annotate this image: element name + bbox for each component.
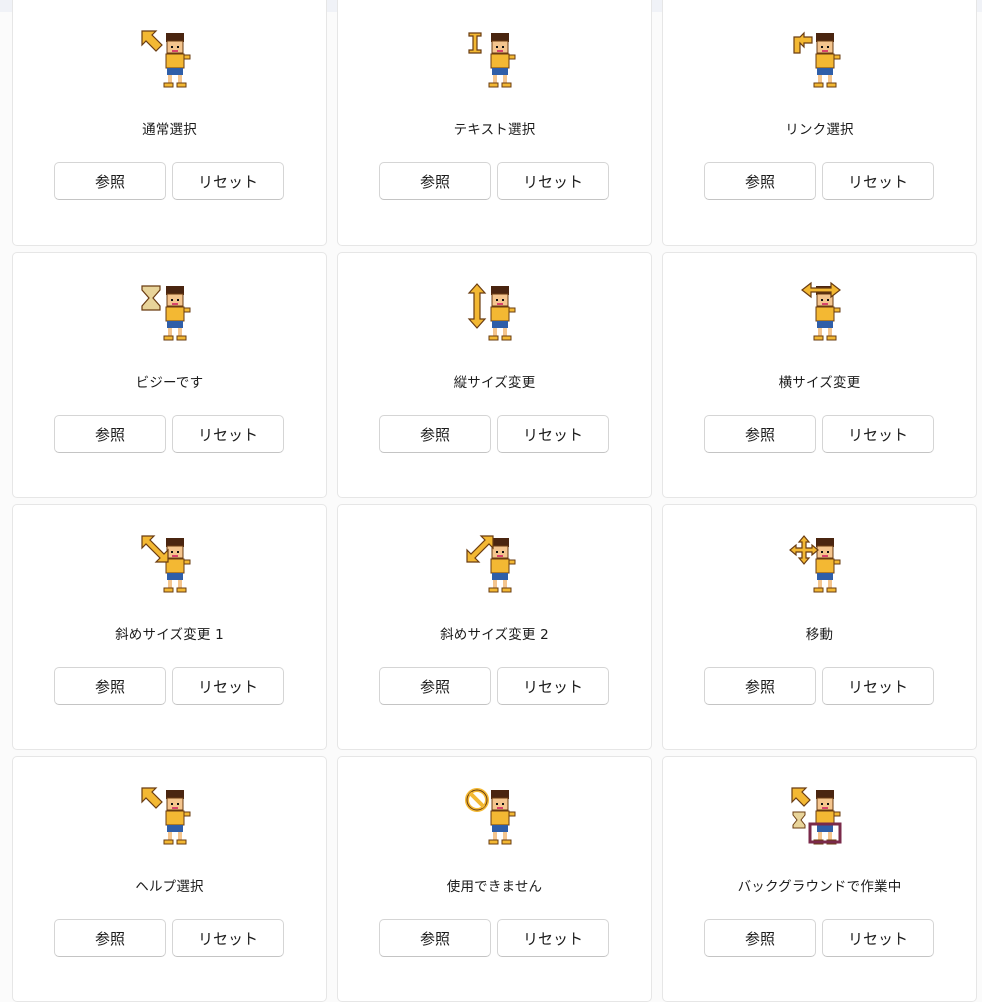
cursor-label: 斜めサイズ変更 2 — [440, 627, 549, 643]
reset-button[interactable]: リセット — [172, 919, 284, 957]
card-buttons: 参照 リセット — [704, 162, 934, 200]
cursor-label: テキスト選択 — [453, 122, 536, 138]
browse-button[interactable]: 参照 — [704, 415, 816, 453]
cursor-card-12: バックグラウンドで作業中 参照 リセット — [662, 756, 977, 1002]
cursor-label: リンク選択 — [785, 122, 854, 138]
reset-button[interactable]: リセット — [172, 415, 284, 453]
card-buttons: 参照 リセット — [54, 667, 284, 705]
working-in-background-cursor-icon — [788, 784, 852, 848]
browse-button[interactable]: 参照 — [54, 162, 166, 200]
vertical-resize-cursor-icon — [463, 280, 527, 344]
unavailable-cursor-icon — [463, 784, 527, 848]
cursor-card-2: テキスト選択 参照 リセット — [337, 0, 652, 246]
browse-button[interactable]: 参照 — [379, 667, 491, 705]
cursor-label: 縦サイズ変更 — [453, 375, 536, 391]
text-select-cursor-icon — [463, 27, 527, 91]
browse-button[interactable]: 参照 — [704, 919, 816, 957]
cursor-card-5: 縦サイズ変更 参照 リセット — [337, 252, 652, 498]
browse-button[interactable]: 参照 — [54, 667, 166, 705]
reset-button[interactable]: リセット — [822, 919, 934, 957]
horizontal-resize-cursor-icon — [788, 280, 852, 344]
cursor-label: バックグラウンドで作業中 — [737, 879, 902, 895]
cursor-card-7: 斜めサイズ変更 1 参照 リセット — [12, 504, 327, 750]
browse-button[interactable]: 参照 — [704, 162, 816, 200]
cursor-label: 移動 — [805, 627, 834, 643]
normal-select-cursor-icon — [138, 27, 202, 91]
cursor-label: ヘルプ選択 — [135, 879, 204, 895]
link-select-cursor-icon — [788, 27, 852, 91]
cursor-label: ビジーです — [135, 375, 204, 391]
browse-button[interactable]: 参照 — [54, 919, 166, 957]
reset-button[interactable]: リセット — [497, 415, 609, 453]
reset-button[interactable]: リセット — [497, 919, 609, 957]
reset-button[interactable]: リセット — [822, 415, 934, 453]
card-buttons: 参照 リセット — [54, 919, 284, 957]
cursor-card-9: 移動 参照 リセット — [662, 504, 977, 750]
cursor-card-11: 使用できません 参照 リセット — [337, 756, 652, 1002]
reset-button[interactable]: リセット — [822, 162, 934, 200]
reset-button[interactable]: リセット — [497, 667, 609, 705]
cursor-card-1: 通常選択 参照 リセット — [12, 0, 327, 246]
cursor-card-8: 斜めサイズ変更 2 参照 リセット — [337, 504, 652, 750]
cursor-card-3: リンク選択 参照 リセット — [662, 0, 977, 246]
cursor-label: 使用できません — [446, 879, 543, 895]
diagonal-resize-2-cursor-icon — [463, 532, 527, 596]
card-buttons: 参照 リセット — [704, 415, 934, 453]
browse-button[interactable]: 参照 — [379, 162, 491, 200]
card-buttons: 参照 リセット — [704, 667, 934, 705]
card-buttons: 参照 リセット — [379, 919, 609, 957]
reset-button[interactable]: リセット — [172, 667, 284, 705]
browse-button[interactable]: 参照 — [704, 667, 816, 705]
cursor-card-6: 横サイズ変更 参照 リセット — [662, 252, 977, 498]
browse-button[interactable]: 参照 — [379, 919, 491, 957]
card-buttons: 参照 リセット — [54, 415, 284, 453]
busy-cursor-icon — [138, 280, 202, 344]
cursor-grid: 通常選択 参照 リセット テキスト選択 参照 リセット リンク選択 参照 リセッ… — [12, 0, 977, 1002]
card-buttons: 参照 リセット — [379, 415, 609, 453]
reset-button[interactable]: リセット — [497, 162, 609, 200]
browse-button[interactable]: 参照 — [379, 415, 491, 453]
card-buttons: 参照 リセット — [54, 162, 284, 200]
cursor-card-10: ヘルプ選択 参照 リセット — [12, 756, 327, 1002]
card-buttons: 参照 リセット — [379, 667, 609, 705]
reset-button[interactable]: リセット — [172, 162, 284, 200]
help-select-cursor-icon — [138, 784, 202, 848]
browse-button[interactable]: 参照 — [54, 415, 166, 453]
cursor-label: 通常選択 — [142, 122, 197, 138]
card-buttons: 参照 リセット — [704, 919, 934, 957]
cursor-label: 横サイズ変更 — [778, 375, 861, 391]
move-cursor-icon — [788, 532, 852, 596]
reset-button[interactable]: リセット — [822, 667, 934, 705]
diagonal-resize-1-cursor-icon — [138, 532, 202, 596]
cursor-label: 斜めサイズ変更 1 — [115, 627, 224, 643]
card-buttons: 参照 リセット — [379, 162, 609, 200]
cursor-card-4: ビジーです 参照 リセット — [12, 252, 327, 498]
